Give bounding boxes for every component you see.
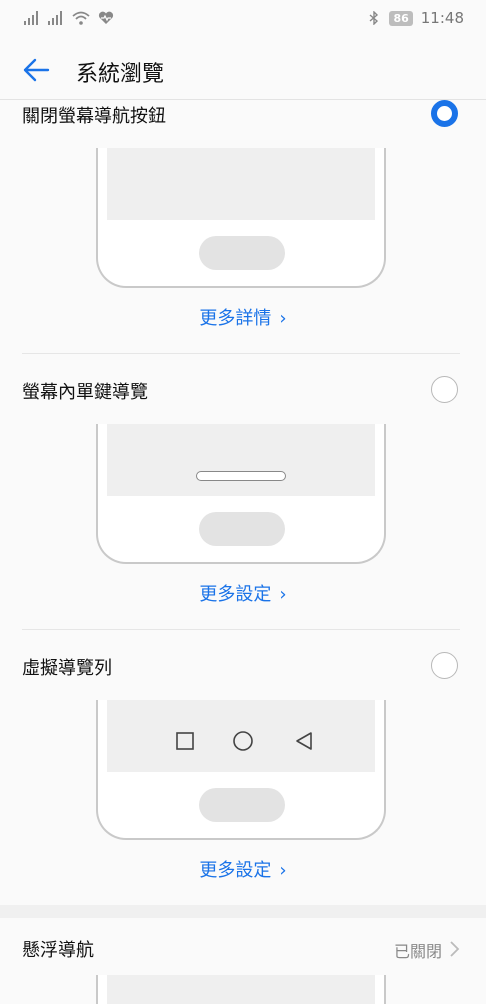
chevron-right-icon: › — [279, 308, 287, 329]
chevron-right-icon — [450, 941, 460, 957]
app-bar: 系統瀏覽 — [0, 36, 486, 100]
phone-illustration-2 — [96, 424, 386, 564]
phone-screen — [107, 424, 375, 496]
option-title-disable-nav-buttons[interactable]: 關閉螢幕導航按鈕 — [22, 102, 166, 128]
phone-screen — [107, 700, 375, 772]
home-circle-icon — [233, 731, 253, 751]
more-details-label: 更多詳情 — [199, 308, 272, 329]
option-title-single-key-nav[interactable]: 螢幕內單鍵導覽 — [22, 378, 148, 404]
more-settings-link-2[interactable]: 更多設定 › — [0, 856, 486, 882]
wifi-icon — [72, 11, 90, 25]
divider — [22, 629, 460, 630]
option-radio-virtual-nav-bar[interactable] — [431, 652, 458, 679]
bluetooth-icon — [369, 11, 379, 25]
signal-icon-2 — [48, 11, 62, 25]
phone-illustration-3 — [96, 700, 386, 840]
battery-level: 86 — [389, 10, 413, 26]
phone-screen — [107, 148, 375, 220]
more-settings-link-1[interactable]: 更多設定 › — [0, 580, 486, 606]
section-gap — [0, 905, 486, 918]
chevron-right-icon: › — [279, 860, 287, 881]
floating-nav-row[interactable]: 懸浮導航 已關閉 — [0, 918, 486, 978]
back-arrow-icon[interactable] — [20, 54, 52, 86]
status-icons-right: 86 11:48 — [369, 9, 464, 27]
status-bar: 86 11:48 — [0, 0, 486, 36]
status-icons-left — [24, 11, 114, 25]
recent-apps-icon — [176, 732, 194, 750]
phone-screen — [107, 975, 375, 1004]
virtual-nav-keys — [176, 731, 312, 751]
back-triangle-icon — [296, 732, 312, 750]
page-title: 系統瀏覽 — [76, 62, 165, 87]
home-button — [199, 236, 285, 270]
header-divider — [0, 99, 486, 100]
home-button — [199, 788, 285, 822]
more-details-link[interactable]: 更多詳情 › — [0, 304, 486, 330]
more-settings-label: 更多設定 — [199, 860, 272, 881]
signal-icon — [24, 11, 38, 25]
phone-illustration-4 — [96, 975, 386, 1004]
option-title-virtual-nav-bar[interactable]: 虛擬導覽列 — [22, 654, 112, 680]
phone-illustration-1 — [96, 148, 386, 288]
chevron-right-icon: › — [279, 584, 287, 605]
option-radio-disable-nav-buttons[interactable] — [431, 100, 458, 127]
divider — [22, 353, 460, 354]
floating-nav-status: 已關閉 — [393, 942, 442, 961]
status-time: 11:48 — [420, 9, 464, 27]
nav-bar-line-icon — [196, 471, 286, 481]
heart-rate-icon — [98, 11, 114, 24]
floating-nav-title: 懸浮導航 — [22, 940, 94, 961]
home-button — [199, 512, 285, 546]
option-radio-single-key-nav[interactable] — [431, 376, 458, 403]
more-settings-label: 更多設定 — [199, 584, 272, 605]
